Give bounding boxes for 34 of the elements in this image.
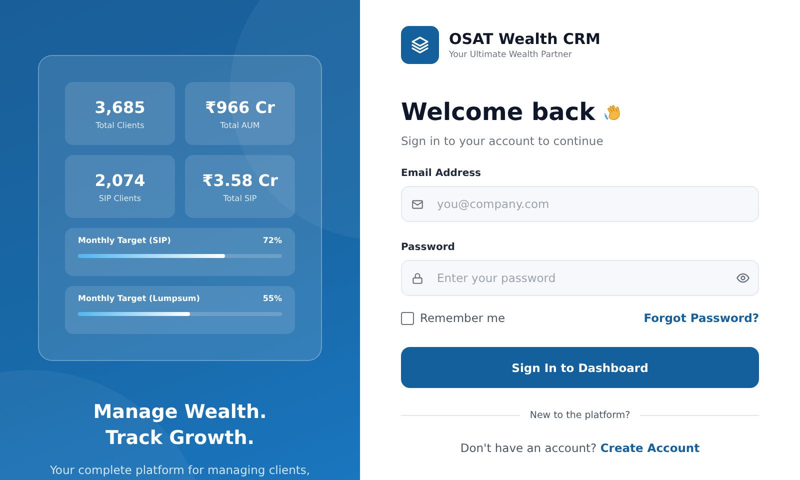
- stat-value: ₹3.58 Cr: [202, 170, 278, 190]
- stat-label: Total SIP: [223, 194, 257, 202]
- headline: Manage Wealth.: [93, 400, 267, 425]
- page-title: Welcome back: [401, 98, 596, 126]
- target-percent: 72%: [262, 236, 282, 245]
- forgot-password-link[interactable]: Forgot Password?: [644, 311, 759, 325]
- signup-prompt: Don't have an account? Create Account: [459, 441, 701, 455]
- target-label: Monthly Target (SIP): [78, 236, 171, 245]
- email-field[interactable]: you@company.com: [401, 186, 759, 222]
- create-account-link[interactable]: Create Account: [600, 441, 700, 455]
- field-label: Password: [401, 242, 456, 253]
- headline: Track Growth.: [104, 426, 256, 451]
- eye-icon[interactable]: [736, 271, 750, 285]
- password-field[interactable]: Enter your password: [401, 260, 759, 296]
- stat-value: ₹966 Cr: [205, 98, 275, 116]
- sign-in-button[interactable]: Sign In to Dashboard: [401, 347, 759, 388]
- remember-checkbox[interactable]: [401, 312, 414, 324]
- stat-label: Total Clients: [96, 120, 144, 130]
- brand-tagline: Your Ultimate Wealth Partner: [449, 50, 573, 60]
- target-label: Monthly Target (Lumpsum): [78, 294, 200, 303]
- layers-logo-icon: [401, 26, 439, 64]
- stat-value: 3,685: [94, 98, 146, 116]
- checkbox-label: Remember me: [420, 311, 506, 325]
- brand-name: OSAT Wealth CRM: [449, 30, 600, 48]
- stat-label: Total AUM: [220, 120, 260, 130]
- stat-value: 2,074: [94, 170, 146, 190]
- tagline: Your complete platform for managing clients,: [50, 463, 310, 477]
- subtitle: Sign in to your account to continue: [401, 134, 604, 148]
- field-label: Email Address: [401, 168, 482, 179]
- lock-icon: [411, 272, 424, 284]
- stat-label: SIP Clients: [98, 194, 142, 202]
- mail-icon: [411, 198, 424, 210]
- divider-text: New to the platform?: [530, 410, 630, 421]
- target-percent: 55%: [262, 294, 282, 303]
